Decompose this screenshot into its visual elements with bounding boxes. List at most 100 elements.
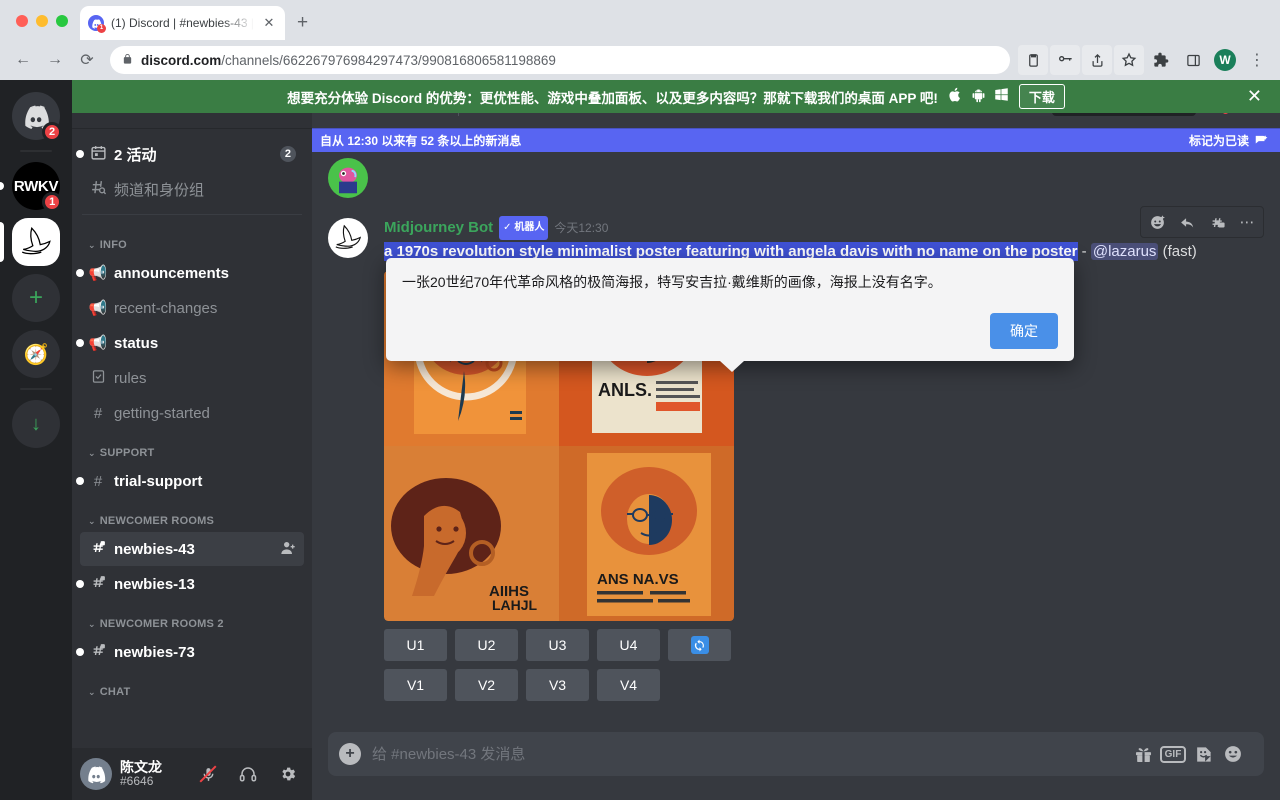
tab-close-icon[interactable]: ✕: [261, 15, 277, 31]
channel-browse-icon: [88, 179, 108, 200]
message-separator: -: [1077, 243, 1091, 260]
category-info-label: INFO: [99, 239, 127, 251]
settings-gear-icon[interactable]: [272, 758, 304, 790]
new-tab-button[interactable]: +: [297, 13, 308, 32]
chevron-down-icon: ⌄: [88, 618, 96, 629]
unread-indicator: [76, 648, 84, 656]
gif-icon[interactable]: GIF: [1158, 732, 1188, 776]
user-discriminator: #6646: [120, 774, 154, 789]
user-identity[interactable]: 陈文龙 #6646: [120, 760, 184, 789]
mark-as-read-button[interactable]: 标记为已读: [1189, 132, 1268, 149]
variation-v2-button[interactable]: V2: [455, 669, 518, 701]
minimize-window-button[interactable]: [36, 15, 48, 27]
category-newcomer-rooms-2-label: NEWCOMER ROOMS 2: [99, 618, 224, 630]
variation-v3-button[interactable]: V3: [526, 669, 589, 701]
events-count-badge: 2: [279, 146, 296, 162]
window-traffic-lights[interactable]: [10, 15, 80, 40]
category-newcomer-rooms-2[interactable]: ⌄ NEWCOMER ROOMS 2: [72, 602, 312, 634]
address-bar[interactable]: discord.com/channels/662267976984297473/…: [110, 46, 1010, 74]
reply-icon[interactable]: [1173, 209, 1201, 235]
sidebar-item-status[interactable]: 📢 status: [76, 326, 304, 360]
star-icon[interactable]: [1114, 45, 1144, 75]
explore-servers-button[interactable]: 🧭: [12, 330, 60, 378]
forward-button[interactable]: →: [40, 45, 70, 75]
server-rwkv[interactable]: RWKV 1: [0, 162, 62, 212]
avatar[interactable]: [328, 218, 368, 258]
discord-favicon: 1: [88, 15, 106, 33]
profile-avatar[interactable]: W: [1210, 45, 1240, 75]
emoji-icon[interactable]: [1218, 732, 1248, 776]
tab-strip: 1 (1) Discord | #newbies-43 | Mi ✕ +: [0, 0, 1280, 40]
banner-close-icon[interactable]: ✕: [1247, 86, 1262, 107]
translate-popup: 一张20世纪70年代革命风格的极简海报，特写安吉拉·戴维斯的画像，海报上没有名字…: [386, 258, 1074, 372]
sidebar-item-newbies-43[interactable]: newbies-43: [80, 532, 304, 566]
message-list[interactable]: 自从 12:30 以来有 52 条以上的新消息 标记为已读 ⋯ Midjourn…: [312, 128, 1280, 732]
more-options-icon[interactable]: ⋯: [1233, 209, 1261, 235]
upscale-u3-button[interactable]: U3: [526, 629, 589, 661]
upscale-u4-button[interactable]: U4: [597, 629, 660, 661]
category-info[interactable]: ⌄ INFO: [72, 223, 312, 255]
reload-button[interactable]: ⟳: [72, 45, 102, 75]
category-newcomer-rooms[interactable]: ⌄ NEWCOMER ROOMS: [72, 499, 312, 531]
download-apps-button[interactable]: ↓: [12, 400, 60, 448]
server-discord-home[interactable]: 2: [12, 92, 62, 142]
sidebar-item-announcements[interactable]: 📢 announcements: [76, 256, 304, 290]
calendar-icon: [88, 144, 108, 165]
browser-menu-icon[interactable]: ⋮: [1242, 45, 1272, 75]
upscale-button-row: U1 U2 U3 U4: [384, 629, 1232, 661]
banner-download-button[interactable]: 下载: [1018, 84, 1065, 109]
upload-attachment-button[interactable]: +: [328, 732, 372, 776]
user-mention[interactable]: @lazarus: [1090, 243, 1159, 260]
avatar[interactable]: [328, 158, 368, 198]
message-composer[interactable]: + GIF: [328, 732, 1264, 776]
message-speed-suffix: (fast): [1158, 243, 1197, 260]
apple-icon[interactable]: [948, 86, 963, 107]
server-midjourney[interactable]: [0, 218, 60, 266]
add-reaction-icon[interactable]: [1143, 209, 1171, 235]
unread-divider-text: 自从 12:30 以来有 52 条以上的新消息: [320, 133, 522, 148]
translate-confirm-button[interactable]: 确定: [990, 313, 1058, 349]
upscale-u2-button[interactable]: U2: [455, 629, 518, 661]
add-member-icon[interactable]: [280, 540, 296, 559]
sidepanel-icon[interactable]: [1178, 45, 1208, 75]
variation-v1-button[interactable]: V1: [384, 669, 447, 701]
avatar[interactable]: [80, 758, 112, 790]
message-hover-actions[interactable]: ⋯: [1140, 206, 1264, 238]
sidebar-item-trial-support[interactable]: # trial-support: [76, 464, 304, 498]
sticker-icon[interactable]: [1188, 732, 1218, 776]
channel-list[interactable]: 2 活动 2 频道和身份组 ⌄ INFO 📢 announcements 📢 r…: [72, 128, 312, 748]
maximize-window-button[interactable]: [56, 15, 68, 27]
platform-icons: [948, 86, 1009, 107]
close-window-button[interactable]: [16, 15, 28, 27]
variation-v4-button[interactable]: V4: [597, 669, 660, 701]
create-thread-icon[interactable]: [1203, 209, 1231, 235]
sidebar-item-rules[interactable]: rules: [80, 361, 304, 395]
share-icon[interactable]: [1082, 45, 1112, 75]
browser-tab[interactable]: 1 (1) Discord | #newbies-43 | Mi ✕: [80, 6, 285, 40]
sidebar-item-newbies-73[interactable]: newbies-73: [76, 635, 304, 669]
key-icon[interactable]: [1050, 45, 1080, 75]
extensions-icon[interactable]: [1146, 45, 1176, 75]
reroll-button[interactable]: [668, 629, 731, 661]
upscale-u1-button[interactable]: U1: [384, 629, 447, 661]
sidebar-item-getting-started[interactable]: # getting-started: [80, 396, 304, 430]
sidebar-item-browse-channels[interactable]: 频道和身份组: [80, 172, 304, 206]
message-author[interactable]: Midjourney Bot: [384, 217, 493, 239]
sidebar-item-recent-changes[interactable]: 📢 recent-changes: [80, 291, 304, 325]
gift-icon[interactable]: [1128, 732, 1158, 776]
windows-icon[interactable]: [994, 87, 1009, 106]
add-server-button[interactable]: +: [12, 274, 60, 322]
variation-button-row: V1 V2 V3 V4: [384, 669, 1232, 701]
android-icon[interactable]: [971, 87, 986, 107]
back-button[interactable]: ←: [8, 45, 38, 75]
clipboard-icon[interactable]: [1018, 45, 1048, 75]
headphones-icon[interactable]: [232, 758, 264, 790]
sidebar-item-events[interactable]: 2 活动 2: [76, 137, 304, 171]
sidebar-item-newbies-13[interactable]: newbies-13: [76, 567, 304, 601]
message-input[interactable]: [372, 732, 1128, 776]
category-support[interactable]: ⌄ SUPPORT: [72, 431, 312, 463]
category-chat[interactable]: ⌄ CHAT: [72, 670, 312, 702]
sidebar-divider: [82, 214, 302, 215]
mic-muted-icon[interactable]: [192, 758, 224, 790]
reroll-icon: [690, 636, 709, 654]
